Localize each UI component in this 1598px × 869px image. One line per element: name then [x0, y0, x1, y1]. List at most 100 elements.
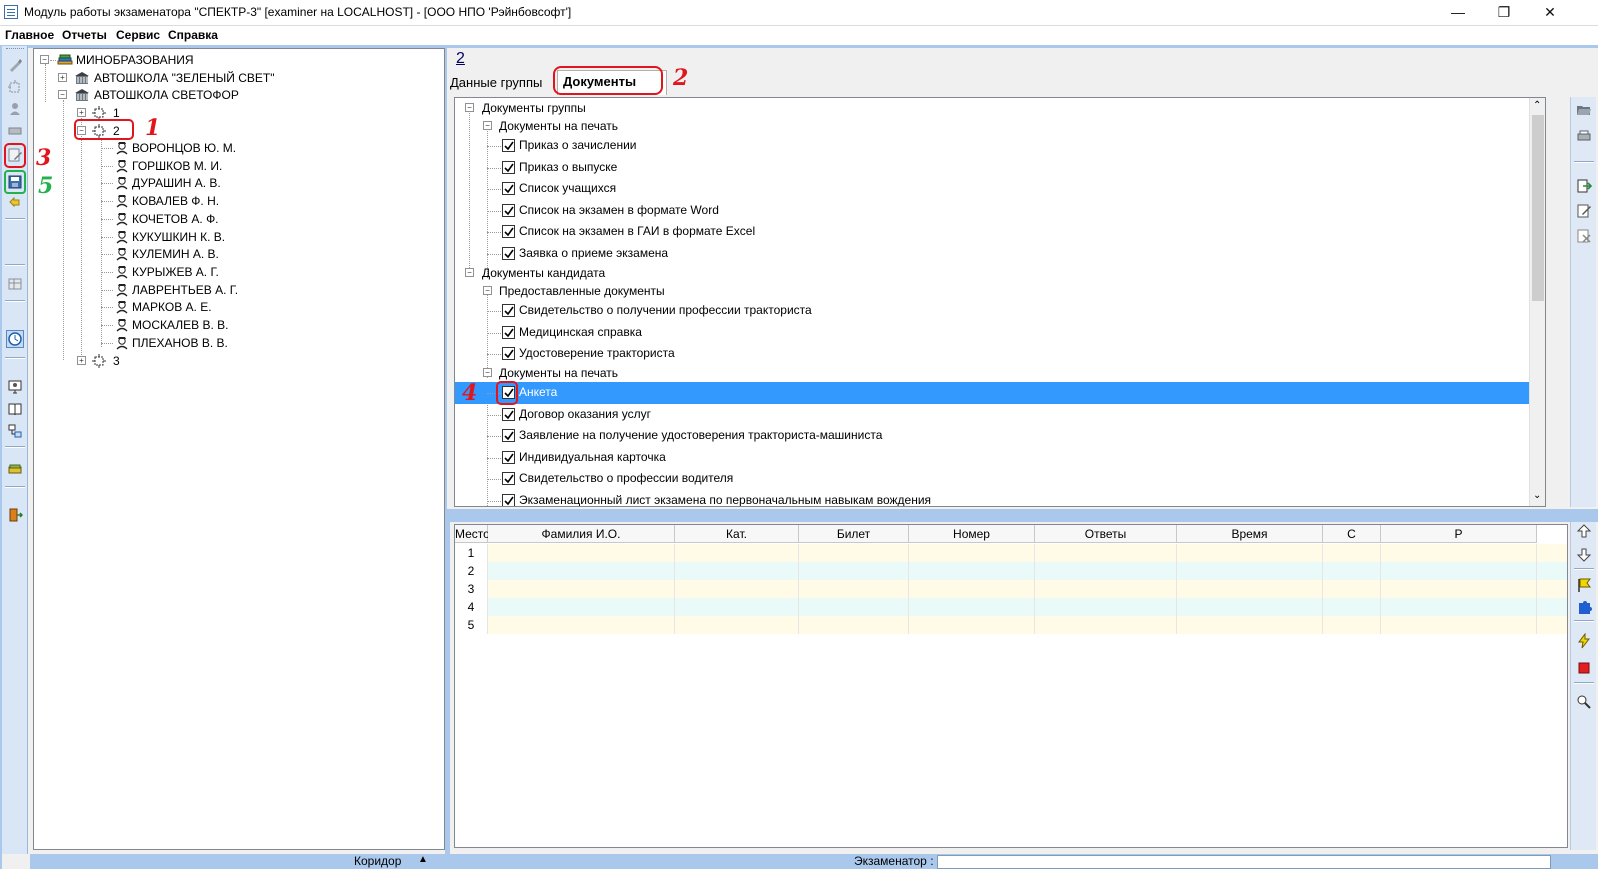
tree-node-person[interactable]: ЛАВРЕНТЬЕВ А. Г.	[101, 282, 341, 298]
close-button[interactable]: ✕	[1527, 0, 1573, 26]
document-item[interactable]: Приказ о зачислении	[455, 135, 1531, 157]
document-item[interactable]: Индивидуальная карточка	[455, 447, 1531, 469]
document-checkbox[interactable]	[502, 182, 515, 196]
grid-cell[interactable]	[1323, 616, 1381, 634]
document-item[interactable]: Экзаменационный лист экзамена по первона…	[455, 490, 1531, 506]
document-item[interactable]: Заявка о приеме экзамена	[455, 243, 1531, 265]
grid-cell[interactable]	[799, 598, 909, 616]
undo-icon[interactable]	[6, 193, 24, 211]
scroll-thumb[interactable]	[1532, 115, 1544, 301]
tree-node-person[interactable]: МАРКОВ А. Е.	[101, 299, 341, 315]
card-icon[interactable]	[6, 122, 24, 140]
move-up-icon[interactable]	[1575, 522, 1593, 540]
grid-cell[interactable]	[1035, 598, 1177, 616]
grid-cell[interactable]	[1177, 544, 1323, 562]
tree-node-person[interactable]: ГОРШКОВ М. И.	[101, 158, 341, 174]
grid-cell[interactable]	[1323, 562, 1381, 580]
document-item[interactable]: Анкета	[455, 382, 1531, 404]
print-preview-icon[interactable]	[1575, 127, 1593, 145]
grid-cell[interactable]	[799, 562, 909, 580]
tab-group-data[interactable]: Данные группы	[450, 75, 542, 90]
grid-cell[interactable]	[1323, 544, 1381, 562]
grid-header-cell[interactable]: Место	[455, 525, 490, 543]
monitor-icon[interactable]	[6, 378, 24, 396]
grid-row[interactable]: 2	[455, 562, 1567, 580]
grid-cell[interactable]	[675, 580, 799, 598]
menu-main[interactable]: Главное	[5, 28, 54, 42]
document-checkbox[interactable]	[502, 304, 515, 317]
grid-cell[interactable]	[1177, 598, 1323, 616]
grid-cell[interactable]	[1035, 544, 1177, 562]
corridor-toggle-icon[interactable]: ▲	[418, 854, 428, 865]
document-checkbox[interactable]	[502, 325, 515, 339]
grid-cell[interactable]	[675, 544, 799, 562]
grid-cell[interactable]	[1381, 616, 1537, 634]
grid-cell[interactable]	[1035, 616, 1177, 634]
money-icon[interactable]	[6, 460, 24, 478]
grid-cell[interactable]	[675, 598, 799, 616]
grid-cell[interactable]	[1035, 562, 1177, 580]
grid-cell[interactable]	[909, 544, 1035, 562]
tree-node-school-svetofor[interactable]: − АВТОШКОЛА СВЕТОФОР	[58, 87, 318, 103]
grid-cell[interactable]	[1177, 616, 1323, 634]
stop-icon[interactable]	[1575, 659, 1593, 677]
document-checkbox[interactable]	[502, 160, 515, 174]
grid-header-cell[interactable]: Номер	[909, 525, 1035, 543]
document-checkbox[interactable]	[502, 203, 515, 217]
book-icon[interactable]	[6, 400, 24, 418]
grid-cell[interactable]	[799, 580, 909, 598]
document-checkbox[interactable]	[502, 247, 515, 260]
folder-open-icon[interactable]	[1575, 101, 1593, 119]
grid-cell[interactable]	[1323, 580, 1381, 598]
tree-node-person[interactable]: КОВАЛЕВ Ф. Н.	[101, 193, 341, 209]
tree-node-person[interactable]: ПЛЕХАНОВ В. В.	[101, 335, 341, 351]
grid-row[interactable]: 5	[455, 616, 1567, 634]
document-item[interactable]: Список на экзамен в формате Word	[455, 200, 1531, 222]
grid-cell[interactable]	[1381, 562, 1537, 580]
scroll-up-icon[interactable]: ⌃	[1533, 100, 1541, 111]
document-item[interactable]: Свидетельство о получении профессии трак…	[455, 300, 1531, 322]
move-down-icon[interactable]	[1575, 546, 1593, 564]
document-checkbox[interactable]	[502, 139, 515, 152]
document-checkbox[interactable]	[502, 494, 515, 506]
grid-row[interactable]: 3	[455, 580, 1567, 598]
document-checkbox[interactable]	[502, 407, 515, 421]
grid-header-cell[interactable]: Фамилия И.О.	[488, 525, 675, 543]
tree-node-person[interactable]: КУКУШКИН К. В.	[101, 229, 341, 245]
puzzle-icon[interactable]	[1575, 599, 1593, 617]
documents-scrollbar[interactable]: ⌃ ⌄	[1529, 98, 1545, 506]
minimize-button[interactable]: —	[1435, 0, 1481, 26]
tree-node-root[interactable]: − МИНОБРАЗОВАНИЯ	[40, 52, 240, 68]
grid-cell[interactable]	[488, 580, 675, 598]
grid-header-cell[interactable]: Ответы	[1035, 525, 1177, 543]
grid-row[interactable]: 1	[455, 544, 1567, 562]
document-item[interactable]: Заявление на получение удостоверения тра…	[455, 425, 1531, 447]
grid-header-cell[interactable]: Кат.	[675, 525, 799, 543]
document-checkbox[interactable]	[502, 450, 515, 464]
grid-cell[interactable]	[488, 616, 675, 634]
document-checkbox[interactable]	[502, 225, 515, 239]
document-checkbox[interactable]	[502, 347, 515, 361]
grid-cell[interactable]	[488, 598, 675, 616]
grid-cell[interactable]	[675, 616, 799, 634]
scroll-down-icon[interactable]: ⌄	[1533, 490, 1541, 501]
tree-node-person[interactable]: КУЛЕМИН А. В.	[101, 246, 341, 262]
examiner-field[interactable]	[937, 855, 1551, 869]
tree-node-group-3[interactable]: + 3	[77, 353, 157, 369]
grid-cell[interactable]	[1381, 580, 1537, 598]
tree-node-person[interactable]: МОСКАЛЕВ В. В.	[101, 317, 341, 333]
menu-service[interactable]: Сервис	[116, 28, 160, 42]
menu-reports[interactable]: Отчеты	[62, 28, 107, 42]
tree-node-school-green[interactable]: + АВТОШКОЛА "ЗЕЛЕНЫЙ СВЕТ"	[58, 70, 318, 86]
document-item[interactable]: Список учащихся	[455, 178, 1531, 200]
grid-cell[interactable]	[1323, 598, 1381, 616]
tree-node-person[interactable]: КУРЫЖЕВ А. Г.	[101, 264, 341, 280]
grid-row[interactable]: 4	[455, 598, 1567, 616]
flag-icon[interactable]	[1575, 576, 1593, 594]
person-add-icon[interactable]	[6, 100, 24, 118]
grid-cell[interactable]	[675, 562, 799, 580]
grid-cell[interactable]	[1177, 562, 1323, 580]
lightning-icon[interactable]	[1575, 632, 1593, 650]
document-item[interactable]: Договор оказания услуг	[455, 404, 1531, 426]
menu-help[interactable]: Справка	[168, 28, 218, 42]
